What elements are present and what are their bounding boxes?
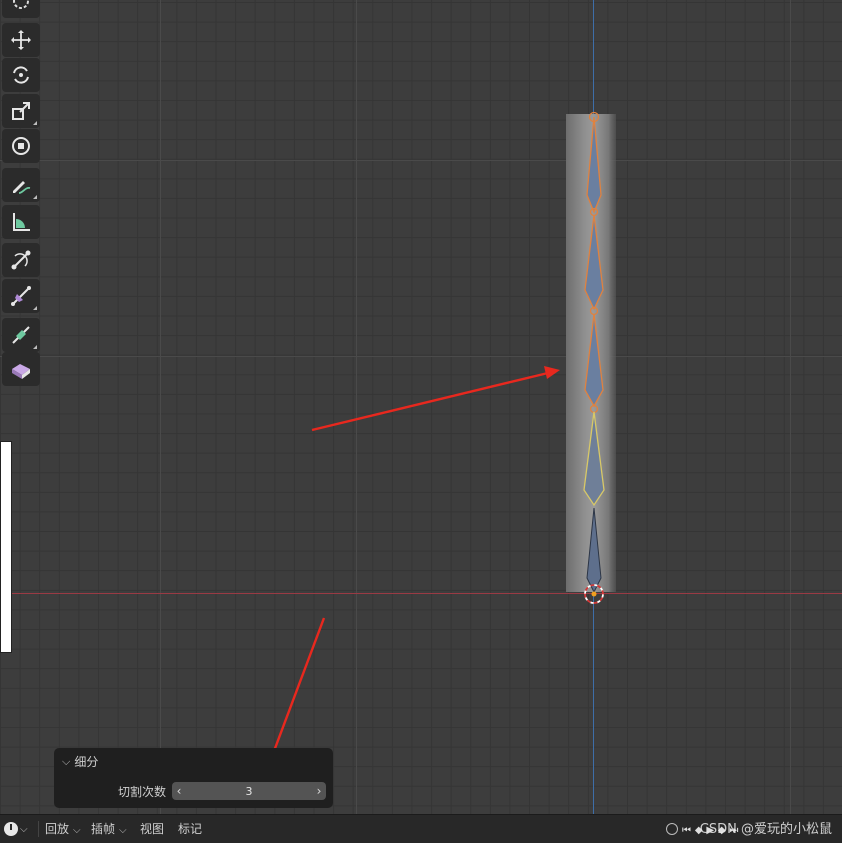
move-icon <box>11 30 31 50</box>
divider <box>38 821 39 837</box>
cursor-tool-button[interactable] <box>2 0 40 18</box>
panel-title: 细分 <box>74 755 99 769</box>
playback-menu[interactable]: 回放 ⌵ <box>42 820 84 838</box>
chevron-down-icon[interactable]: ⌵ <box>62 755 70 769</box>
view-menu[interactable]: 视图 <box>137 820 167 838</box>
clock-icon <box>4 822 18 836</box>
envelope-tool-button[interactable] <box>2 318 40 352</box>
move-tool-button[interactable] <box>2 23 40 57</box>
bone-size-icon <box>11 286 31 306</box>
transform-icon <box>12 137 30 155</box>
increment-button[interactable]: › <box>312 782 326 800</box>
rotate-icon <box>13 66 29 84</box>
measure-icon <box>13 213 30 231</box>
cuts-value[interactable]: 3 <box>246 785 253 798</box>
envelope-icon <box>12 326 30 344</box>
keying-menu[interactable]: 插帧 ⌵ <box>88 820 130 838</box>
bone-roll-tool-button[interactable] <box>2 243 40 277</box>
chevron-down-icon: ⌵ <box>73 825 81 836</box>
number-of-cuts-field[interactable]: ‹ 3 › <box>172 782 326 800</box>
extrude-icon <box>12 364 30 379</box>
playback-menu-label: 回放 <box>45 822 70 836</box>
scene-overlay <box>258 111 616 789</box>
decrement-button[interactable]: ‹ <box>172 782 186 800</box>
side-panel-edge <box>0 441 12 653</box>
keying-menu-label: 插帧 <box>91 822 116 836</box>
marker-menu[interactable]: 标记 <box>175 820 205 838</box>
cuts-label: 切割次数 <box>118 785 167 799</box>
bone-roll-icon <box>11 250 31 270</box>
panel-header[interactable]: ⌵ 细分 <box>62 753 98 770</box>
cursor-icon <box>13 0 29 9</box>
editor-type-selector[interactable]: ⌵ <box>4 820 28 838</box>
jump-start-icon[interactable]: ⏮ <box>682 825 691 836</box>
watermark: CSDN @爱玩的小松鼠 <box>699 822 832 837</box>
scale-icon <box>12 102 30 120</box>
annotation-arrow-bones <box>311 366 560 432</box>
extrude-tool-button[interactable] <box>2 352 40 386</box>
rotate-tool-button[interactable] <box>2 58 40 92</box>
chevron-down-icon: ⌵ <box>119 825 127 836</box>
measure-tool-button[interactable] <box>2 205 40 239</box>
bone-size-tool-button[interactable] <box>2 279 40 313</box>
transform-tool-button[interactable] <box>2 129 40 163</box>
annotate-tool-button[interactable] <box>2 168 40 202</box>
timeline-header: ⌵ 回放 ⌵ 插帧 ⌵ 视图 标记 ⏮ ◆ ▶ ◆ ⏭ CSDN @爱玩的小松鼠 <box>0 814 842 843</box>
scale-tool-button[interactable] <box>2 94 40 128</box>
3d-viewport[interactable] <box>0 0 842 814</box>
annotate-icon <box>13 181 31 194</box>
operator-redo-panel[interactable]: ⌵ 细分 切割次数 ‹ 3 › <box>54 748 333 808</box>
record-icon[interactable] <box>666 823 678 835</box>
chevron-down-icon: ⌵ <box>20 823 28 835</box>
